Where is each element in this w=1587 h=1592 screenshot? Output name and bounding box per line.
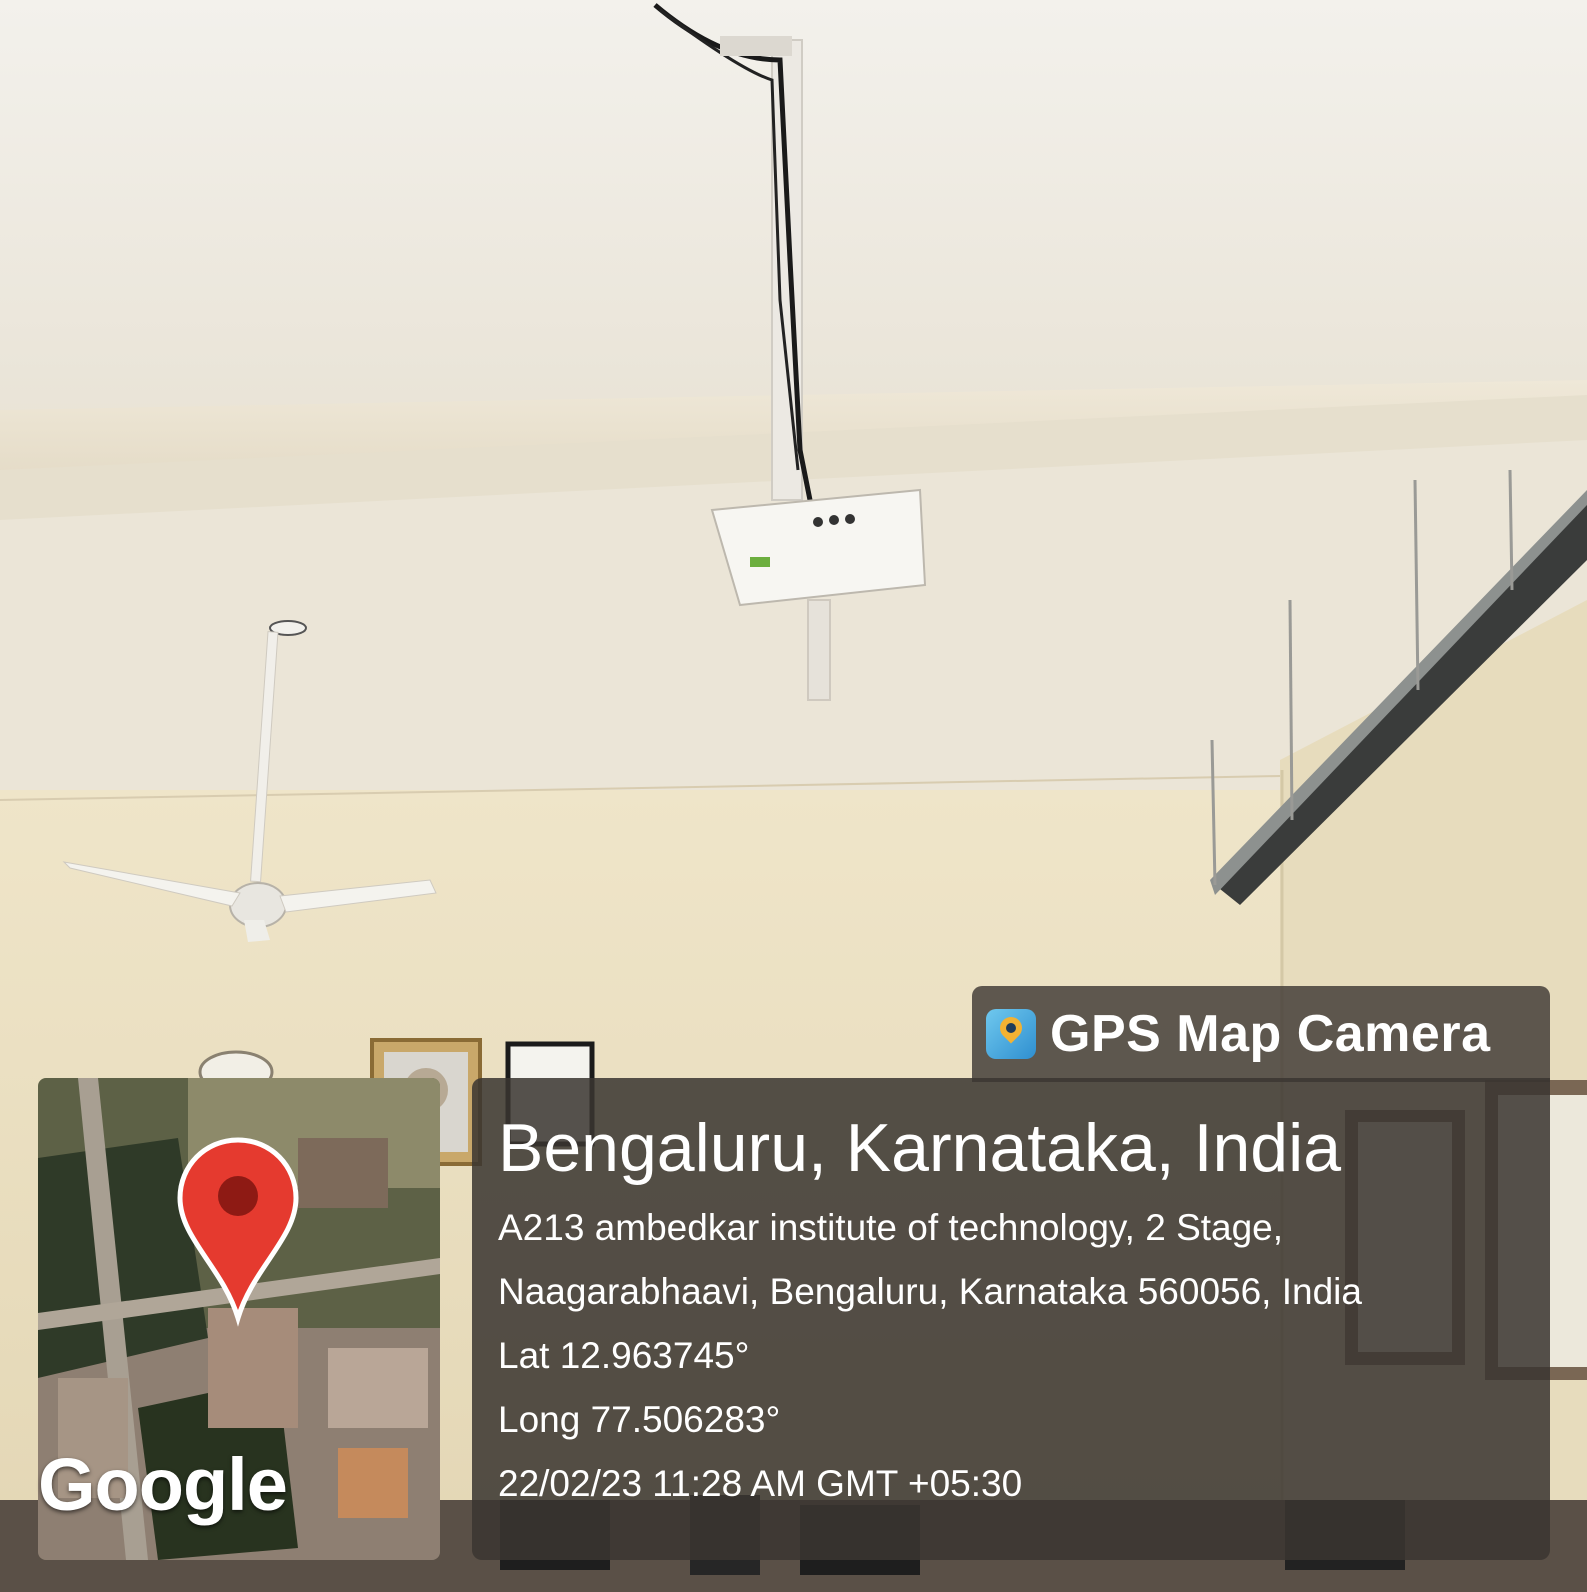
map-building-block	[208, 1308, 298, 1428]
map-building-block-2	[298, 1138, 388, 1208]
tray-rod-2	[1288, 599, 1294, 821]
projector-body	[710, 488, 927, 607]
projector-label	[750, 557, 770, 567]
google-logo: Google	[38, 1443, 288, 1526]
address-line-1: A213 ambedkar institute of technology, 2…	[498, 1207, 1284, 1248]
address-line-2: Naagarabhaavi, Bengaluru, Karnataka 5600…	[498, 1271, 1362, 1312]
projector-port	[813, 517, 823, 527]
projector-lower-pole	[807, 599, 831, 701]
longitude: Long 77.506283°	[498, 1399, 781, 1440]
timestamp: 22/02/23 11:28 AM GMT +05:30	[498, 1463, 1023, 1504]
projector-port-3	[845, 514, 855, 524]
tray-rod-4	[1508, 469, 1514, 591]
app-title-tab: GPS Map Camera	[972, 986, 1550, 1082]
location-info-panel: Bengaluru, Karnataka, India A213 ambedka…	[472, 1078, 1550, 1560]
latitude: Lat 12.963745°	[498, 1335, 750, 1376]
projector-port-2	[829, 515, 839, 525]
place-title: Bengaluru, Karnataka, India	[498, 1110, 1342, 1186]
projector-mount	[720, 36, 792, 56]
map-building-block-3	[328, 1348, 428, 1428]
gps-map-camera-icon	[986, 1009, 1036, 1059]
app-name: GPS Map Camera	[1050, 1005, 1491, 1063]
map-orange-field	[338, 1448, 408, 1518]
